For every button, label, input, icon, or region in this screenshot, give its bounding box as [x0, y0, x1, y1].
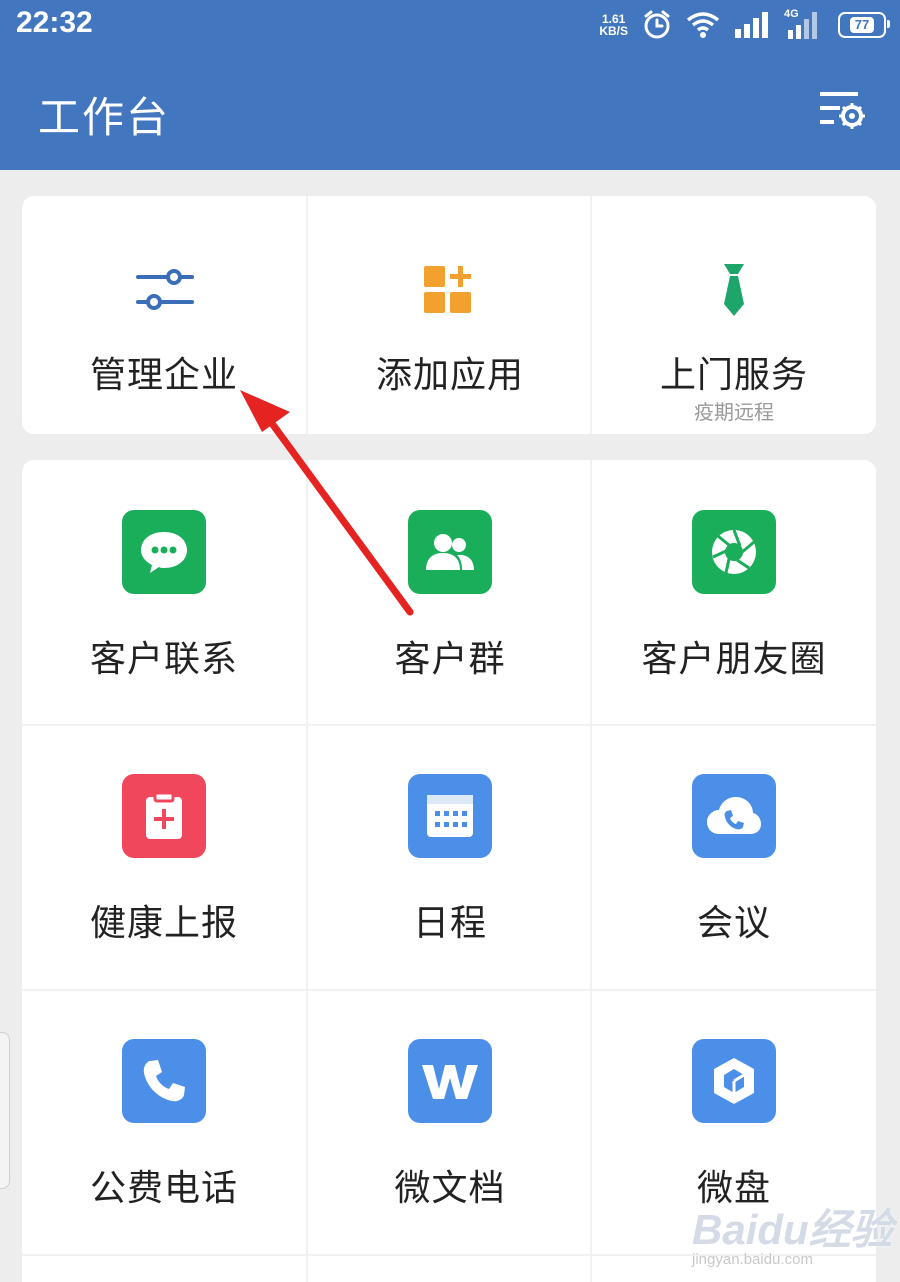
add-app-icon: [424, 266, 471, 313]
schedule-app[interactable]: 日程: [308, 726, 592, 990]
signal-icon: [735, 12, 768, 38]
tool-label: 管理企业: [89, 355, 238, 396]
app-label: 客户朋友圈: [641, 639, 827, 680]
app-label: 客户联系: [89, 639, 238, 680]
app-label: 公费电话: [89, 1168, 238, 1209]
chat-bubble-icon: [122, 510, 206, 594]
manage-enterprise-button[interactable]: 管理企业: [22, 196, 306, 434]
page-title: 工作台: [38, 93, 171, 142]
sliders-icon: [136, 269, 194, 310]
group-icon: [408, 510, 492, 594]
list-settings-icon[interactable]: [818, 88, 866, 132]
tie-icon: [724, 264, 744, 316]
app-label: 客户群: [394, 639, 506, 680]
w-doc-icon: [408, 1039, 492, 1123]
tool-sublabel: 疫期远程: [694, 400, 774, 424]
status-time: 22:32: [16, 6, 93, 39]
battery-indicator: 77: [838, 12, 890, 38]
alarm-icon: [644, 10, 670, 39]
aperture-icon: [692, 510, 776, 594]
edge-handle[interactable]: [0, 1032, 10, 1189]
tools-card: 管理企业 添加应用 上门服务 疫期远程: [22, 196, 876, 434]
customer-contact-app[interactable]: 客户联系: [22, 460, 306, 724]
tool-label: 上门服务: [659, 355, 808, 396]
app-label: 会议: [696, 903, 771, 944]
app-header: 22:32 1.61 KB/S 4G 77 工作台: [0, 0, 900, 170]
network-speed: 1.61 KB/S: [599, 13, 628, 37]
wifi-icon: [686, 12, 720, 38]
status-indicators: 1.61 KB/S 4G 77: [599, 8, 890, 42]
app-label: 日程: [412, 903, 487, 944]
tool-label: 添加应用: [375, 355, 524, 396]
calendar-icon: [408, 774, 492, 858]
customer-group-app[interactable]: 客户群: [308, 460, 592, 724]
baidu-jingyan-watermark: Baidu经验 jingyan.baidu.com: [692, 1196, 893, 1268]
signal-4g-icon: [788, 12, 817, 39]
add-app-button[interactable]: 添加应用: [308, 196, 592, 434]
app-label: 微文档: [394, 1168, 506, 1209]
apps-card: 客户联系 客户群 客户朋友圈 健康上报 日程 会议 公费电话 微文档 微盘: [22, 460, 876, 1282]
onsite-service-button[interactable]: 上门服务 疫期远程: [592, 196, 876, 434]
app-label: 健康上报: [89, 903, 238, 944]
medical-clipboard-icon: [122, 774, 206, 858]
cube-drive-icon: [692, 1039, 776, 1123]
health-report-app[interactable]: 健康上报: [22, 726, 306, 990]
micro-doc-app[interactable]: 微文档: [308, 991, 592, 1255]
watermark-text: Baidu经验: [692, 1206, 893, 1253]
signal-4g: 4G: [784, 8, 824, 40]
meeting-app[interactable]: 会议: [592, 726, 876, 990]
cloud-phone-icon: [692, 774, 776, 858]
customer-moments-app[interactable]: 客户朋友圈: [592, 460, 876, 724]
battery-level: 77: [849, 17, 875, 33]
public-phone-app[interactable]: 公费电话: [22, 991, 306, 1255]
network-speed-unit: KB/S: [599, 24, 628, 38]
phone-icon: [122, 1039, 206, 1123]
